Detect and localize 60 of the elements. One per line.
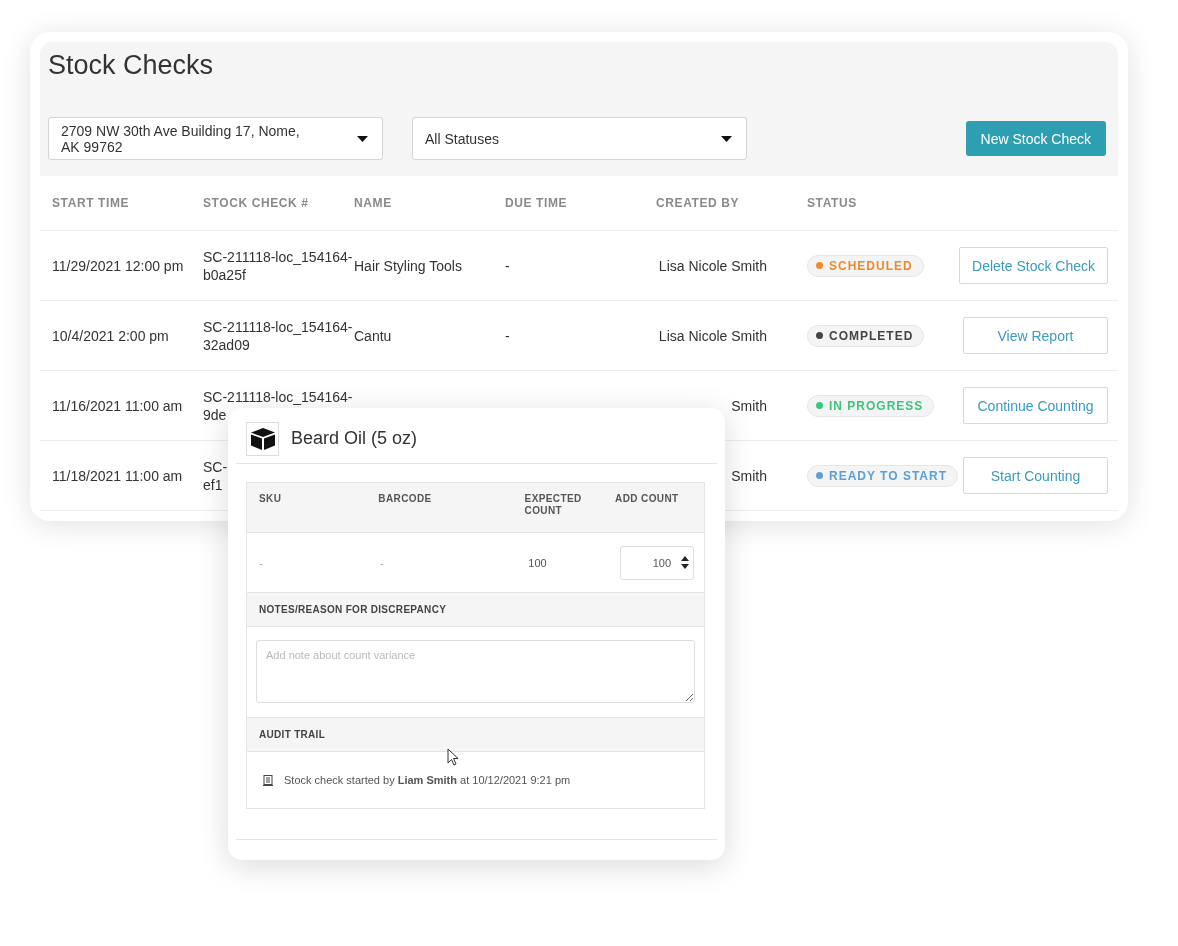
row-action-button[interactable]: Delete Stock Check [959, 247, 1108, 284]
location-dropdown[interactable]: 2709 NW 30th Ave Building 17, Nome, AK 99762 [48, 117, 383, 160]
column-header: STOCK CHECK # [203, 196, 310, 210]
table-cell: SC-211118-loc_154164- [203, 387, 354, 406]
notes-field[interactable]: Add note about count variance [256, 640, 695, 703]
up-arrow-icon[interactable] [681, 556, 689, 561]
status-badge: COMPLETED [807, 324, 925, 347]
status-badge: IN PROGRESS [807, 394, 935, 417]
table-cell: Cantu [354, 327, 392, 344]
down-arrow-icon[interactable] [681, 564, 689, 569]
caret-icon [357, 135, 368, 142]
table-cell-text: b0a25f [203, 265, 247, 284]
table-cell-text: 10/4/2021 2:00 pm [52, 326, 170, 345]
column-header: BARCODE [378, 493, 433, 506]
table-cell-text: SC- [203, 457, 229, 476]
table-cell: Lisa Nicole Smith [658, 257, 767, 274]
new-stock-check-button[interactable]: New Stock Check [965, 121, 1106, 156]
row-action-button[interactable]: Continue Counting [963, 387, 1108, 424]
column-header: CREATED BY [656, 196, 741, 210]
document-icon [263, 774, 273, 786]
table-cell: Lisa Nicole Smith [658, 327, 767, 344]
table-cell: Smith [731, 397, 767, 414]
item-title: Beard Oil (5 oz) [291, 428, 418, 449]
table-cell-text: 32ad09 [203, 335, 251, 354]
dropdown-value: 2709 NW 30th Ave Building 17, Nome, AK 99762 [61, 122, 301, 155]
column-header: STATUS [807, 196, 858, 210]
table-cell-text: 11/18/2021 11:00 am [52, 466, 184, 485]
column-header: ADD COUNT [615, 493, 680, 506]
table-cell: SC-211118-loc_154164- [203, 317, 354, 336]
audit-entry: Stock check started by Liam Smith at 10/12/2021 9:21 pm [284, 774, 571, 786]
table-cell-text: ef1 [203, 475, 224, 494]
table-cell: - [505, 257, 510, 274]
table-cell: SC-211118-loc_154164- [203, 247, 354, 266]
row-action-button[interactable]: Start Counting [963, 457, 1108, 494]
table-cell-text: 9de [203, 405, 228, 424]
table-cell-text: 100 [528, 556, 548, 569]
table-cell: - [505, 327, 510, 344]
count-input[interactable]: 100 [620, 545, 694, 580]
box-icon [250, 427, 275, 450]
table-cell: Smith [731, 467, 767, 484]
table-cell-text: 11/16/2021 11:00 am [52, 396, 184, 415]
status-badge: SCHEDULED [807, 254, 924, 277]
table-cell-text: - [259, 556, 264, 569]
section-header: AUDIT TRAIL [247, 718, 704, 752]
table-cell-text: - [380, 556, 385, 569]
column-header: SKU [259, 493, 283, 506]
table-cell: Hair Styling Tools [354, 257, 462, 274]
dropdown-value: All Statuses [425, 130, 499, 147]
status-badge: READY TO START [807, 464, 958, 487]
column-header: NAME [354, 196, 393, 210]
column-header: START TIME [52, 196, 131, 210]
caret-icon [721, 135, 732, 142]
status-dropdown[interactable]: All Statuses [412, 117, 747, 160]
section-header: NOTES/REASON FOR DISCREPANCY [247, 593, 704, 627]
page-title: Stock Checks [48, 50, 215, 81]
column-header: DUE TIME [505, 196, 569, 210]
column-header: EXPECTED COUNT [524, 493, 583, 518]
cursor-icon [447, 748, 459, 766]
row-action-button[interactable]: View Report [963, 317, 1108, 354]
table-cell-text: 11/29/2021 12:00 pm [52, 256, 185, 275]
